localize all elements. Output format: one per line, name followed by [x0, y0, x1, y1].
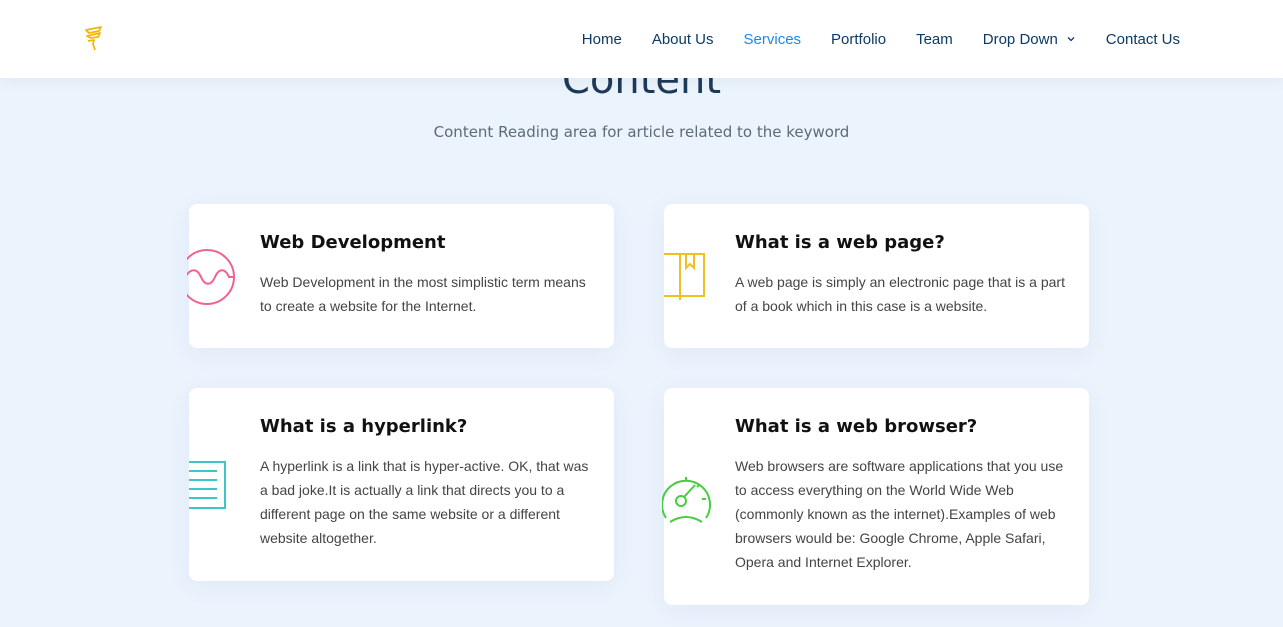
document-lines-icon	[189, 461, 226, 509]
nav-contact-us[interactable]: Contact Us	[1106, 31, 1180, 48]
service-card: Web Development Web Development in the m…	[187, 204, 614, 348]
main-nav: Home About Us Services Portfolio Team Dr…	[552, 0, 1180, 78]
service-card: What is a web browser? Web browsers are …	[662, 388, 1089, 605]
nav-services[interactable]: Services	[744, 31, 802, 48]
nav-team-label: Team	[916, 30, 953, 48]
nav-contact-us-label: Contact Us	[1105, 30, 1180, 48]
service-card: What is a hyperlink? A hyperlink is a li…	[189, 388, 614, 581]
nav-portfolio[interactable]: Portfolio	[831, 31, 886, 48]
speedometer-icon	[662, 477, 711, 523]
card-text: A web page is simply an electronic page …	[735, 274, 1065, 314]
site-header: Home About Us Services Portfolio Team Dr…	[0, 0, 1283, 78]
card-text: A hyperlink is a link that is hyper-acti…	[260, 458, 589, 546]
card-title: What is a hyperlink?	[260, 416, 468, 437]
nav-portfolio-label: Portfolio	[831, 30, 887, 48]
book-bookmark-icon	[664, 253, 705, 300]
nav-team[interactable]: Team	[916, 31, 953, 48]
nav-home-label: Home	[581, 30, 622, 48]
brand-logo-icon[interactable]	[83, 26, 107, 52]
card-title: Web Development	[260, 232, 446, 253]
nav-drop-down[interactable]: Drop Down	[983, 31, 1076, 48]
service-card: What is a web page? A web page is simply…	[664, 204, 1089, 348]
activity-wave-icon	[187, 249, 235, 305]
card-text: Web Development in the most simplistic t…	[260, 274, 586, 314]
card-text: Web browsers are software applications t…	[735, 458, 1064, 570]
nav-home[interactable]: Home	[582, 31, 622, 48]
nav-drop-down-label: Drop Down	[982, 30, 1058, 48]
card-title: What is a web page?	[735, 232, 945, 253]
card-title: What is a web browser?	[735, 416, 978, 437]
nav-about-us-label: About Us	[651, 30, 714, 48]
nav-services-label: Services	[743, 30, 802, 48]
nav-about-us[interactable]: About Us	[652, 31, 714, 48]
chevron-down-icon	[1067, 37, 1075, 42]
section-subtitle: Content Reading area for article related…	[433, 123, 850, 141]
